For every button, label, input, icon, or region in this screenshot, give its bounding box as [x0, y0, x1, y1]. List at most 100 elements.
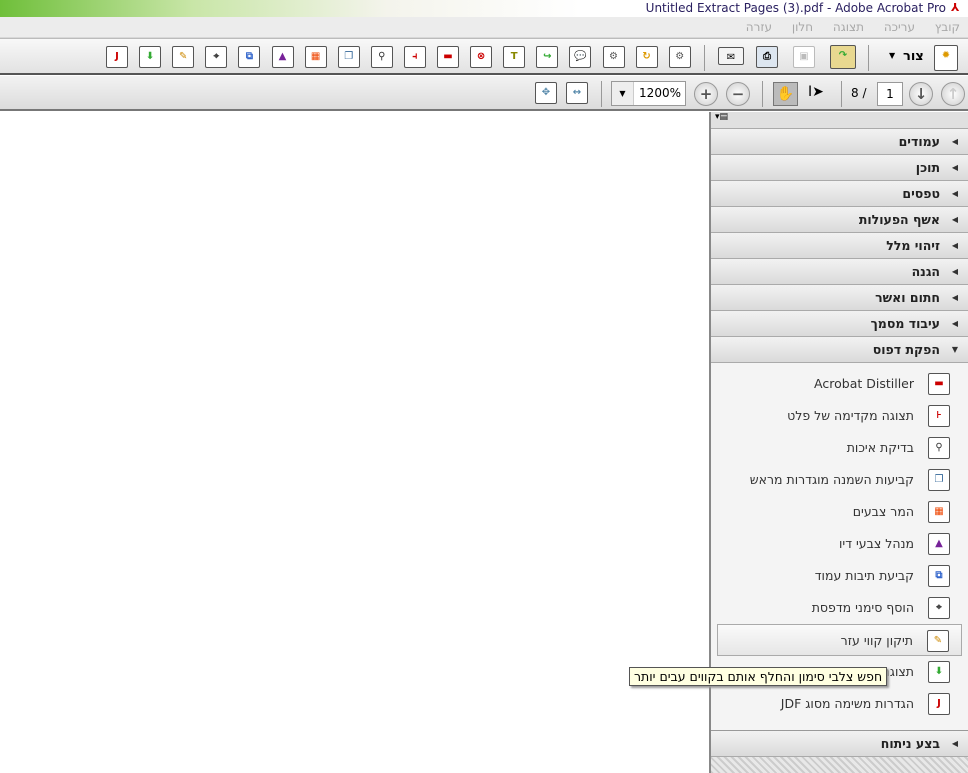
- section-label: חתום ואשר: [875, 290, 940, 305]
- printer-marks-icon[interactable]: ⌖: [205, 46, 228, 68]
- section-header[interactable]: ◀ טפסים: [711, 181, 968, 207]
- output-preview-icon: ⬇: [928, 661, 950, 683]
- panel-options-strip: ▤▾: [711, 112, 968, 129]
- fix-hairlines-icon[interactable]: ✎: [172, 46, 195, 68]
- document-area[interactable]: [0, 113, 709, 773]
- convert-colors-icon[interactable]: ▦: [304, 46, 327, 68]
- typewriter-icon[interactable]: T: [503, 46, 526, 68]
- create-button[interactable]: צור: [903, 49, 924, 64]
- tool-item[interactable]: ⫞ תצוגה מקדימה של פלט: [717, 400, 962, 432]
- separator: [704, 45, 705, 71]
- previous-page-button[interactable]: ↑: [941, 82, 965, 106]
- page-boxes-icon: ⧉: [928, 565, 950, 587]
- zoom-dropdown-arrow[interactable]: ▼: [612, 82, 634, 105]
- gear-icon[interactable]: ⚙: [668, 46, 691, 68]
- flattener-preview-icon: ⫞: [928, 405, 950, 427]
- document-settings-icon[interactable]: ⚙: [602, 46, 625, 68]
- save-icon[interactable]: ▣: [793, 46, 815, 68]
- panel-options-icon[interactable]: ▤▾: [715, 112, 728, 122]
- fit-width-icon[interactable]: ↔: [566, 82, 588, 104]
- section-print-production[interactable]: ▼ הפקת דפוס: [711, 337, 968, 363]
- menu-window[interactable]: חלון: [792, 20, 813, 34]
- section-header[interactable]: ◀ אשף הפעולות: [711, 207, 968, 233]
- tool-item-label: Acrobat Distiller: [814, 376, 914, 391]
- page-number-input[interactable]: 1: [877, 82, 903, 106]
- hand-tool-icon[interactable]: ✋: [773, 82, 798, 106]
- panel-footer: [711, 757, 968, 773]
- select-tool-icon[interactable]: I➤: [808, 84, 824, 100]
- tool-item[interactable]: J הגדרות משימה מסוג JDF: [717, 688, 962, 720]
- section-label: אשף הפעולות: [858, 212, 940, 227]
- next-page-button[interactable]: ↓: [909, 82, 933, 106]
- section-label: טפסים: [902, 186, 940, 201]
- email-icon[interactable]: ✉: [718, 47, 744, 65]
- create-pdf-icon[interactable]: ✹: [934, 45, 958, 71]
- page-boxes-icon[interactable]: ⧉: [238, 46, 261, 68]
- create-dropdown-arrow[interactable]: ▼: [889, 51, 895, 60]
- preflight-icon[interactable]: ⚲: [370, 46, 393, 68]
- section-header[interactable]: ◀ עמודים: [711, 129, 968, 155]
- title-bar: Untitled Extract Pages (3).pdf - Adobe A…: [0, 0, 968, 17]
- tool-item-label: המר צבעים: [852, 504, 914, 519]
- comment-icon[interactable]: 💬: [569, 46, 592, 68]
- navigation-toolbar: ✥ ↔ ▼ 1200% + − ✋ I➤ 8 / 1 ↓ ↑: [0, 76, 968, 111]
- tool-item-label: קביעת תיבות עמוד: [814, 568, 914, 583]
- zoom-value[interactable]: 1200%: [639, 86, 681, 100]
- tool-item[interactable]: ▬ Acrobat Distiller: [717, 368, 962, 400]
- zoom-combobox[interactable]: ▼ 1200%: [611, 81, 686, 106]
- section-analyze[interactable]: ◀ בצע ניתוח: [711, 731, 968, 757]
- tool-item[interactable]: ▲ מנהל צבעי דיו: [717, 528, 962, 560]
- section-label: עמודים: [898, 134, 940, 149]
- menu-view[interactable]: תצוגה: [833, 20, 864, 34]
- convert-colors-icon: ▦: [928, 501, 950, 523]
- jdf-info-icon[interactable]: J: [106, 46, 128, 68]
- open-icon[interactable]: ↷: [830, 45, 856, 69]
- tool-item[interactable]: ⌖ הוסף סימני מדפסת: [717, 592, 962, 624]
- tool-item-label: קביעות השמנה מוגדרות מראש: [749, 472, 914, 487]
- tooltip: חפש צלבי סימון והחלף אותם בקווים עבים יו…: [629, 667, 888, 686]
- tool-item[interactable]: ⚲ בדיקת איכות: [717, 432, 962, 464]
- ink-manager-icon: ▲: [928, 533, 950, 555]
- tool-item[interactable]: ▦ המר צבעים: [717, 496, 962, 528]
- export-icon[interactable]: ↪: [536, 46, 559, 68]
- tool-item-label: תצוגה מקדימה של פלט: [787, 408, 914, 423]
- trap-presets-icon[interactable]: ❐: [337, 46, 360, 68]
- fit-page-icon[interactable]: ✥: [535, 82, 557, 104]
- separator: [601, 81, 602, 107]
- window-title: Untitled Extract Pages (3).pdf - Adobe A…: [645, 1, 946, 15]
- section-header[interactable]: ◀ תוכן: [711, 155, 968, 181]
- tool-item-label: תיקון קווי עזר: [840, 633, 913, 648]
- jdf-info-icon: J: [928, 693, 950, 715]
- fix-hairlines-icon: ✎: [927, 630, 949, 652]
- menu-help[interactable]: עזרה: [746, 20, 772, 34]
- tool-item-label: בדיקת איכות: [846, 440, 914, 455]
- section-label: הגנה: [911, 264, 940, 279]
- section-label: עיבוד מסמך: [870, 316, 940, 331]
- zoom-in-button[interactable]: +: [694, 82, 718, 106]
- acrobat-distiller-icon[interactable]: ▬: [437, 46, 459, 68]
- ink-manager-icon[interactable]: ▲: [271, 46, 294, 68]
- section-header[interactable]: ◀ הגנה: [711, 259, 968, 285]
- tool-item[interactable]: ⧉ קביעת תיבות עמוד: [717, 560, 962, 592]
- section-header[interactable]: ◀ זיהוי מלל: [711, 233, 968, 259]
- trap-presets-icon: ❐: [928, 469, 950, 491]
- section-label: תוכן: [915, 160, 940, 175]
- section-label: בצע ניתוח: [880, 736, 940, 751]
- acrobat-distiller-icon: ▬: [928, 373, 950, 395]
- section-header[interactable]: ◀ עיבוד מסמך: [711, 311, 968, 337]
- tool-item[interactable]: ❐ קביעות השמנה מוגדרות מראש: [717, 464, 962, 496]
- delete-page-icon[interactable]: ⊗: [470, 46, 493, 68]
- printer-marks-icon: ⌖: [928, 597, 950, 619]
- menu-bar: קובץ עריכה תצוגה חלון עזרה: [0, 17, 968, 38]
- menu-edit[interactable]: עריכה: [884, 20, 915, 34]
- zoom-out-button[interactable]: −: [726, 82, 750, 106]
- pdf-icon: ⅄: [951, 1, 960, 14]
- print-icon[interactable]: ⎙: [756, 46, 778, 68]
- tool-item-label: מנהל צבעי דיו: [839, 536, 914, 551]
- output-preview-icon[interactable]: ⬇: [139, 46, 162, 68]
- document-action-icon[interactable]: ↻: [635, 46, 658, 68]
- menu-file[interactable]: קובץ: [935, 20, 960, 34]
- tool-item[interactable]: ✎ תיקון קווי עזר: [717, 624, 962, 656]
- flattener-preview-icon[interactable]: ⫞: [403, 46, 426, 68]
- section-header[interactable]: ◀ חתום ואשר: [711, 285, 968, 311]
